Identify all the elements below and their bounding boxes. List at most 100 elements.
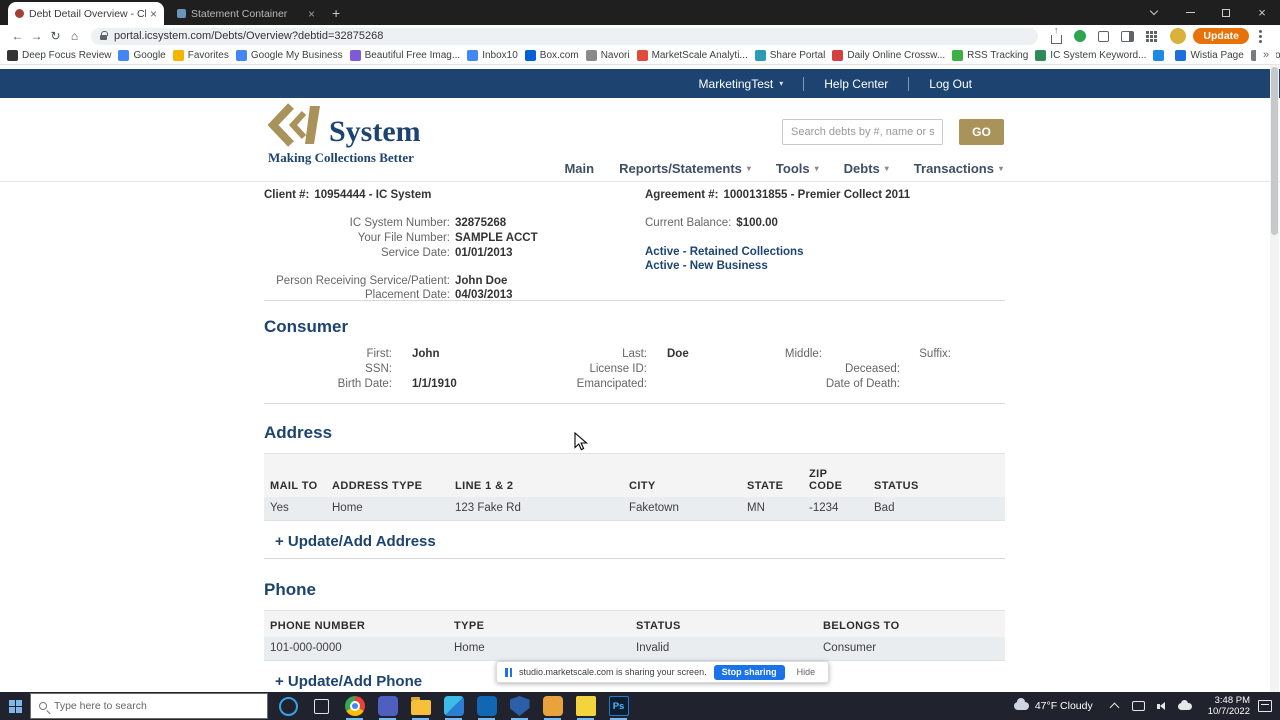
bookmark-item[interactable]: Share Portal: [755, 50, 826, 61]
weather-widget[interactable]: 47°F Cloudy: [1014, 700, 1093, 712]
bookmark-item[interactable]: Daily Online Crossw...: [832, 50, 945, 61]
security-icon[interactable]: [503, 692, 536, 720]
help-center-link[interactable]: Help Center: [804, 77, 908, 91]
bookmark-item[interactable]: Beautiful Free Imag...: [350, 50, 461, 61]
cortana-icon[interactable]: [272, 692, 305, 720]
apps-grid-icon[interactable]: [1146, 31, 1157, 42]
profile-avatar[interactable]: [1170, 28, 1186, 44]
field-label: IC System Number:: [264, 217, 450, 229]
tab-search-chevron-icon[interactable]: [1136, 0, 1172, 25]
bookmark-item[interactable]: [1153, 50, 1168, 61]
field-label: Middle:: [722, 348, 822, 361]
tab-close-icon[interactable]: ×: [150, 7, 157, 21]
extension-status-icon[interactable]: [1074, 30, 1086, 42]
tray-expand-icon[interactable]: [1109, 702, 1119, 712]
maximize-button[interactable]: [1208, 0, 1244, 25]
chevron-down-icon: ▾: [885, 164, 889, 173]
photos-icon[interactable]: [437, 692, 470, 720]
bookmark-item[interactable]: Box.com: [525, 50, 579, 61]
address-row[interactable]: Yes Home 123 Fake Rd Faketown MN -1234 B…: [264, 497, 1005, 521]
forward-button[interactable]: →: [27, 29, 46, 43]
go-button[interactable]: GO: [959, 119, 1004, 145]
phone-row[interactable]: 101-000-0000 Home Invalid Consumer: [264, 637, 1005, 661]
sticky-notes-icon[interactable]: [569, 692, 602, 720]
address-header-cell: STATE: [741, 454, 803, 497]
action-center-icon[interactable]: [1258, 700, 1272, 712]
bookmark-item[interactable]: Wistia Page: [1175, 50, 1243, 61]
taskbar-search-input[interactable]: [54, 700, 259, 712]
nav-tools[interactable]: Tools▾: [776, 161, 819, 176]
bookmark-item[interactable]: Google My Business: [236, 50, 343, 61]
debt-search-input[interactable]: [782, 119, 943, 145]
field-label: License ID:: [519, 363, 647, 376]
task-view-icon[interactable]: [305, 692, 338, 720]
section-divider: [264, 403, 1005, 404]
address-bar[interactable]: portal.icsystem.com/Debts/Overview?debti…: [91, 28, 1038, 45]
start-button[interactable]: [0, 692, 30, 720]
bookmarks-overflow-icon[interactable]: »: [1256, 47, 1276, 64]
bookmark-item[interactable]: Inbox10: [467, 50, 518, 61]
extensions-puzzle-icon[interactable]: [1098, 31, 1109, 42]
bookmark-label: Inbox10: [482, 50, 518, 61]
photoshop-icon[interactable]: Ps: [602, 692, 635, 720]
nav-reports-statements[interactable]: Reports/Statements▾: [619, 161, 751, 176]
address-cell: Bad: [868, 497, 1005, 521]
menu-kebab-icon[interactable]: [1259, 35, 1262, 38]
taskbar-clock[interactable]: 3:48 PM 10/7/2022: [1208, 695, 1250, 717]
url-text[interactable]: portal.icsystem.com/Debts/Overview?debti…: [114, 30, 383, 42]
nav-label: Tools: [776, 161, 810, 176]
nav-main[interactable]: Main: [564, 161, 594, 176]
new-tab-button[interactable]: +: [332, 5, 340, 21]
update-add-phone-link[interactable]: + Update/Add Phone: [275, 673, 422, 690]
scrollbar-thumb[interactable]: [1271, 67, 1278, 235]
office-icon[interactable]: [536, 692, 569, 720]
marketing-test-menu[interactable]: MarketingTest▾: [679, 77, 804, 91]
consumer-row: SSN: License ID: Deceased:: [264, 363, 1005, 376]
chrome-icon[interactable]: [338, 692, 371, 720]
stop-sharing-button[interactable]: Stop sharing: [714, 665, 785, 680]
update-add-address-link[interactable]: + Update/Add Address: [275, 533, 436, 550]
bookmark-item[interactable]: IC System Keyword...: [1035, 50, 1146, 61]
tab-statement-container[interactable]: Statement Container ×: [170, 2, 322, 25]
page-scrollbar[interactable]: [1270, 65, 1279, 692]
bookmark-item[interactable]: Navori: [586, 50, 630, 61]
field-label: Date of Death:: [647, 378, 900, 391]
address-header-row: MAIL TO ADDRESS TYPE LINE 1 & 2 CITY STA…: [264, 454, 1005, 497]
nav-transactions[interactable]: Transactions▾: [914, 161, 1003, 176]
bookmark-favicon: [1175, 50, 1186, 61]
bookmark-item[interactable]: Favorites: [173, 50, 229, 61]
taskbar-search[interactable]: [30, 693, 268, 719]
bookmark-item[interactable]: Google: [118, 50, 165, 61]
tab-debt-detail[interactable]: Debt Detail Overview - Client P ×: [8, 2, 164, 25]
address-header-cell: LINE 1 & 2: [449, 454, 623, 497]
bookmark-label: Favorites: [188, 50, 229, 61]
network-icon[interactable]: [1132, 701, 1145, 711]
minimize-button[interactable]: [1172, 0, 1208, 25]
bookmark-item[interactable]: MarketScale Analyti...: [637, 50, 748, 61]
bookmark-item[interactable]: RSS Tracking: [952, 50, 1028, 61]
update-button[interactable]: Update: [1193, 28, 1249, 44]
field-label: Deceased:: [647, 363, 900, 376]
bookmark-item[interactable]: Deep Focus Review: [7, 50, 111, 61]
logout-link[interactable]: Log Out: [909, 77, 992, 91]
field-label: Service Date:: [264, 247, 450, 259]
close-button[interactable]: ×: [1244, 0, 1280, 25]
hide-button[interactable]: Hide: [792, 665, 821, 680]
icsystem-logo[interactable]: System Making Collections Better: [268, 103, 438, 166]
address-header-cell: ADDRESS TYPE: [326, 454, 449, 497]
home-button[interactable]: ⌂: [65, 29, 84, 43]
address-header-cell: CITY: [623, 454, 741, 497]
share-icon[interactable]: ↑: [1051, 35, 1062, 44]
nav-debts[interactable]: Debts▾: [844, 161, 889, 176]
file-explorer-icon[interactable]: [404, 692, 437, 720]
onedrive-icon[interactable]: [1178, 703, 1192, 710]
field-label: Your File Number:: [264, 232, 450, 244]
tab-close-icon[interactable]: ×: [308, 7, 315, 21]
teams-icon[interactable]: [371, 692, 404, 720]
back-button[interactable]: ←: [8, 29, 27, 43]
volume-icon[interactable]: [1155, 700, 1168, 713]
refresh-button[interactable]: ↻: [46, 29, 65, 43]
field-label: Person Receiving Service/Patient:: [264, 275, 450, 287]
side-panel-icon[interactable]: [1121, 31, 1134, 42]
outlook-icon[interactable]: [470, 692, 503, 720]
